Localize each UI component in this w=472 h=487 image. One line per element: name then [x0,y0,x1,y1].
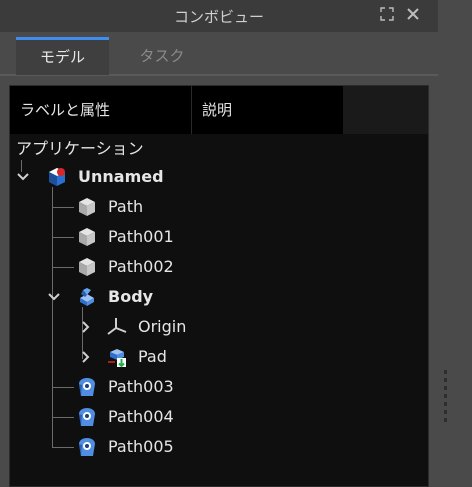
gray-cube-icon [79,228,95,246]
tab-model[interactable]: モデル [16,37,109,75]
body-icon [80,288,94,306]
close-icon[interactable] [404,7,422,25]
column-header-spacer [343,86,428,134]
tree-header: ラベルと属性 説明 [10,86,428,134]
tree-root-label: アプリケーション [16,139,144,158]
tree-guide [52,267,74,268]
document-icon [49,168,65,186]
chevron-down-icon[interactable] [17,171,29,183]
tab-tasks[interactable]: タスク [112,37,212,75]
splitter-handle[interactable] [444,370,448,426]
tree-guide [52,207,74,208]
combo-view-panel: コンボビュー モデル タスク ラベルと属性 説明 アプリケーション Unname… [0,0,472,487]
job-path-icon [79,408,95,426]
chevron-right-icon[interactable] [80,321,92,333]
gray-cube-icon [79,258,95,276]
pad-icon [108,349,126,368]
tree-guide [52,387,74,388]
tree-guide [52,417,74,418]
job-path-icon [79,438,95,456]
chevron-right-icon[interactable] [80,351,92,363]
float-icon[interactable] [378,7,396,25]
column-header-description[interactable]: 説明 [192,86,343,134]
title-bar: コンボビュー [0,0,438,32]
panel-title: コンボビュー [173,8,264,26]
column-header-label[interactable]: ラベルと属性 [10,86,192,134]
gray-cube-icon [79,198,95,216]
tree-guide [52,447,74,448]
job-path-icon [79,378,95,396]
chevron-down-icon[interactable] [48,291,60,303]
tree-view[interactable]: ラベルと属性 説明 アプリケーション Unnamed Path Path001 … [9,85,429,487]
tree-guide [52,237,74,238]
origin-axes-icon [107,318,127,335]
tree-guide [52,187,53,447]
